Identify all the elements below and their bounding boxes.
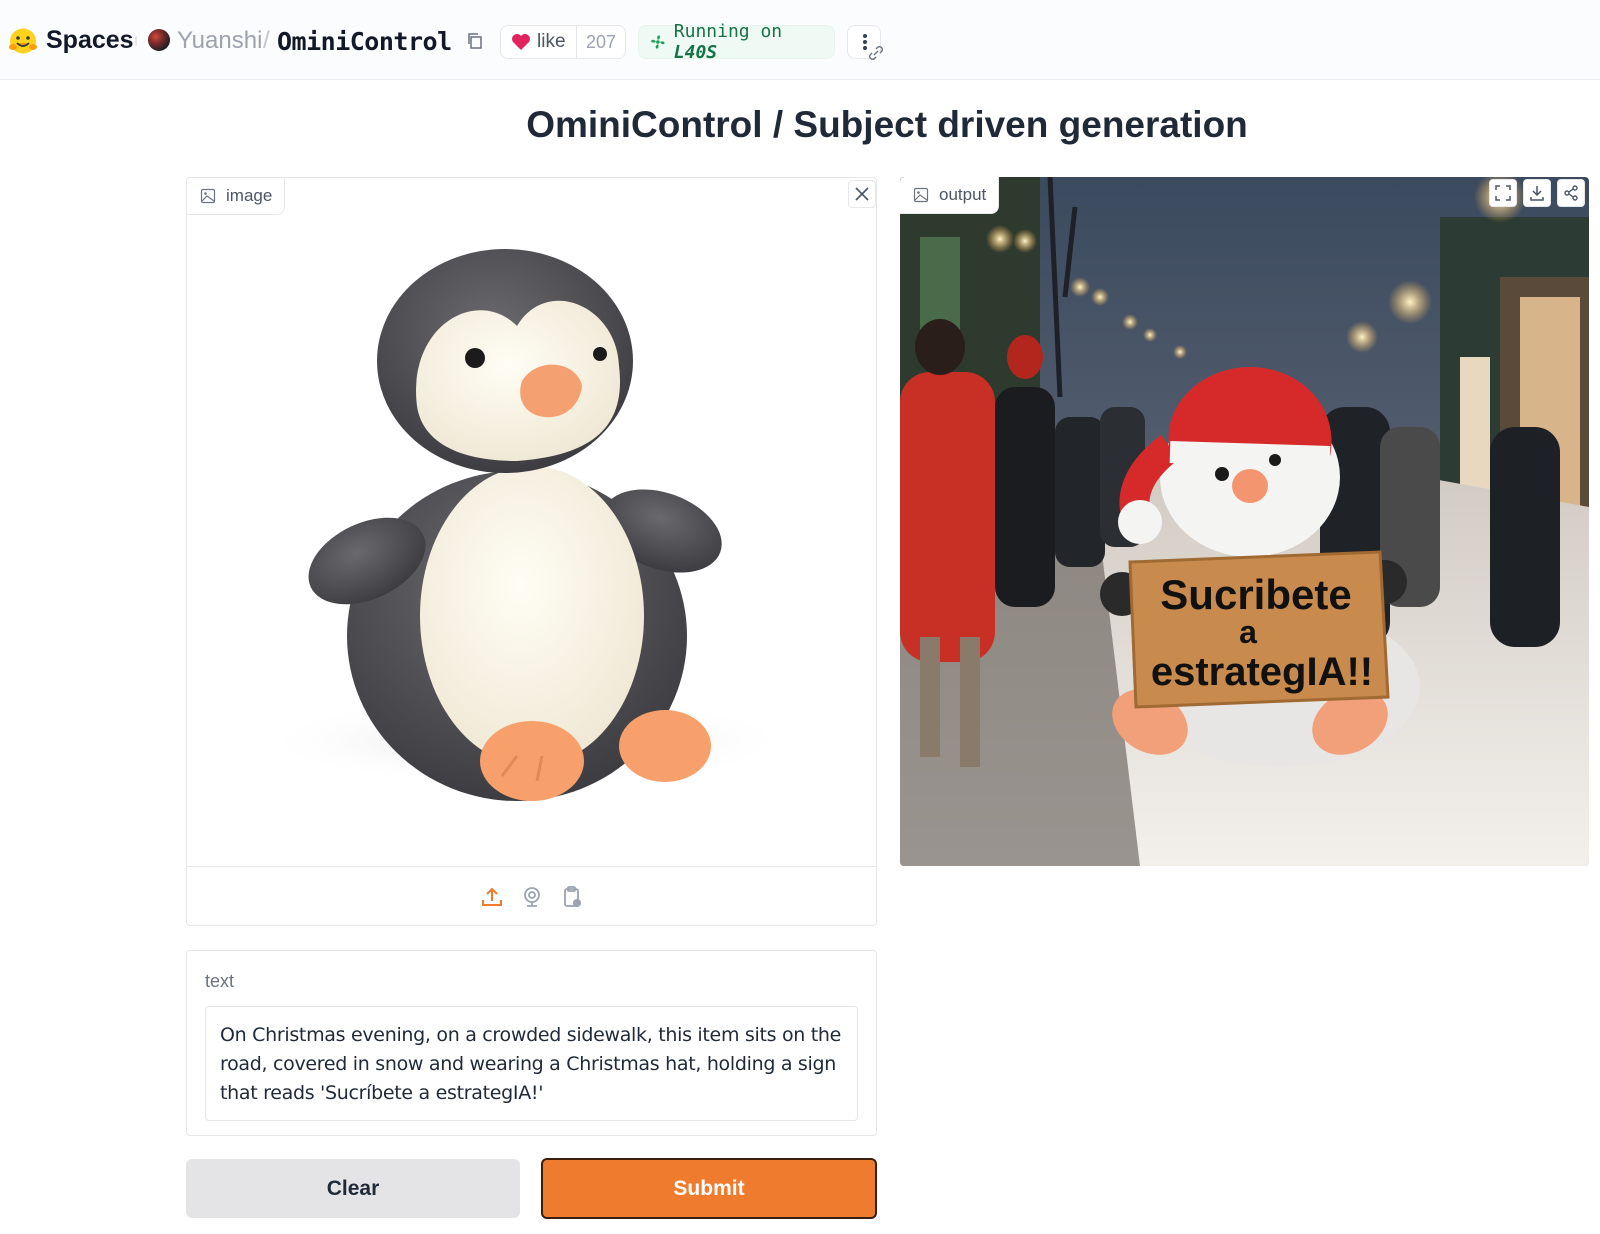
top-bar: Spaces Yuanshi / OminiControl like 207 R… — [0, 0, 1600, 80]
sign-line-2: a — [1239, 614, 1257, 650]
image-label-text: image — [226, 186, 273, 205]
download-icon — [1530, 186, 1544, 201]
output-actions — [1489, 179, 1585, 207]
text-label: text — [205, 971, 235, 991]
output-image-panel: Sucribete a estrategIA!! output — [900, 177, 1589, 866]
like-button[interactable]: like 207 — [500, 25, 626, 59]
sign-line-3: estrategIA!! — [1151, 650, 1373, 694]
fullscreen-icon — [1495, 185, 1511, 201]
share-button[interactable] — [1557, 179, 1585, 207]
spaces-link[interactable]: Spaces — [46, 26, 134, 55]
fan-icon — [651, 35, 665, 49]
submit-button[interactable]: Submit — [541, 1158, 877, 1219]
clipboard-icon[interactable] — [560, 885, 584, 909]
like-label-area[interactable]: like — [501, 26, 577, 58]
close-icon — [855, 187, 869, 201]
download-button[interactable] — [1523, 179, 1551, 207]
image-input-panel: image — [186, 177, 877, 926]
input-image-preview[interactable] — [187, 216, 876, 867]
owner-link[interactable]: Yuanshi — [177, 27, 262, 55]
running-text: Running on L40S — [674, 21, 834, 63]
hardware-label: L40S — [673, 42, 718, 63]
generated-output-image[interactable]: Sucribete a estrategIA!! — [900, 177, 1589, 866]
repo-name-link[interactable]: OminiControl — [277, 27, 452, 56]
heart-icon — [512, 34, 530, 50]
upload-icon[interactable] — [480, 885, 504, 909]
output-label: output — [900, 177, 1000, 214]
copy-icon[interactable] — [466, 32, 484, 50]
page-title: OminiControl / Subject driven generation — [526, 104, 1248, 145]
prompt-textarea[interactable]: On Christmas evening, on a crowded sidew… — [205, 1006, 858, 1121]
webcam-icon[interactable] — [520, 885, 544, 909]
output-label-text: output — [939, 185, 987, 204]
divider — [135, 36, 137, 46]
clear-image-button[interactable] — [848, 180, 876, 208]
running-prefix: Running on — [673, 21, 783, 42]
clear-button[interactable]: Clear — [186, 1159, 520, 1218]
breadcrumb-separator: / — [263, 27, 270, 54]
sign-line-1: Sucribete — [1160, 571, 1351, 618]
penguin-plush-image — [257, 249, 797, 801]
text-input-panel: text On Christmas evening, on a crowded … — [186, 950, 877, 1136]
huggingface-logo-icon[interactable] — [8, 27, 38, 55]
running-status-badge[interactable]: Running on L40S — [638, 21, 835, 63]
image-icon — [913, 187, 929, 203]
owner-avatar[interactable] — [148, 29, 170, 51]
image-icon — [200, 188, 216, 204]
share-icon — [1564, 185, 1578, 201]
like-label: like — [537, 31, 566, 52]
image-input-label: image — [187, 178, 286, 215]
fullscreen-button[interactable] — [1489, 179, 1517, 207]
link-icon — [869, 46, 883, 60]
like-count[interactable]: 207 — [577, 32, 625, 53]
image-source-toolbar — [187, 868, 876, 925]
